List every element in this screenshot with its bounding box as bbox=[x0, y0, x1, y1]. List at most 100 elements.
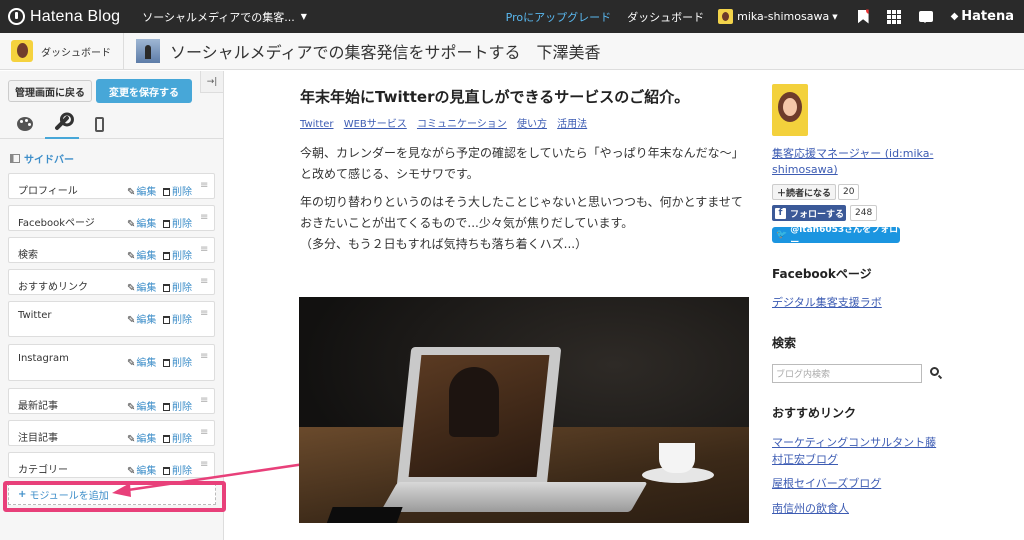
tag-link[interactable]: Twitter bbox=[300, 119, 334, 130]
subscribe-button[interactable]: ＋読者になる bbox=[772, 184, 837, 200]
tab-smartphone[interactable] bbox=[82, 109, 116, 139]
drag-handle-icon[interactable]: ≡ bbox=[200, 427, 208, 438]
user-avatar bbox=[718, 9, 734, 24]
top-bar: Hatena Blog ソーシャルメディアでの集客... ▼ Proにアップグレ… bbox=[0, 0, 1024, 33]
module-instagram[interactable]: Instagram ✎編集 削除 ≡ bbox=[8, 344, 215, 381]
module-name: 検索 bbox=[18, 250, 38, 261]
edit-button[interactable]: ✎編集 bbox=[127, 354, 156, 369]
delete-button[interactable]: 削除 bbox=[163, 462, 192, 477]
module-search[interactable]: 検索 ✎編集 削除 ≡ bbox=[8, 237, 215, 263]
module-featured-posts[interactable]: 注目記事 ✎編集 削除 ≡ bbox=[8, 420, 215, 446]
trash-icon bbox=[163, 252, 170, 260]
drag-handle-icon[interactable]: ≡ bbox=[200, 212, 208, 223]
profile-name-link[interactable]: 集客応援マネージャー (id:mika- shimosawa) bbox=[772, 146, 952, 178]
twitter-follow-button[interactable]: 🐦 @itan6053さんをフォロー bbox=[772, 225, 900, 248]
blog-search-input[interactable]: ブログ内検索 bbox=[772, 364, 922, 383]
hatena-blog-logo[interactable]: Hatena Blog bbox=[8, 8, 120, 26]
profile-avatar[interactable] bbox=[772, 84, 808, 136]
tab-customize[interactable] bbox=[45, 109, 79, 139]
module-name: 最新記事 bbox=[18, 401, 58, 412]
edit-button[interactable]: ✎編集 bbox=[127, 215, 156, 230]
hatena-label: Hatena bbox=[961, 9, 1014, 24]
module-twitter[interactable]: Twitter ✎編集 削除 ≡ bbox=[8, 301, 215, 337]
facebook-follow-button[interactable]: f フォローする bbox=[772, 205, 846, 221]
tag-link[interactable]: WEBサービス bbox=[344, 119, 407, 130]
plus-icon: ＋ bbox=[777, 188, 787, 199]
hatena-wing-icon: ◆ bbox=[950, 11, 959, 22]
delete-button[interactable]: 削除 bbox=[163, 311, 192, 326]
palette-icon bbox=[17, 117, 33, 131]
edit-button[interactable]: ✎編集 bbox=[127, 247, 156, 262]
collapse-panel-button[interactable]: →| bbox=[200, 71, 223, 93]
article-title[interactable]: 年末年始にTwitterの見直しができるサービスのご紹介。 bbox=[300, 86, 689, 107]
module-profile[interactable]: プロフィール ✎編集 削除 ≡ bbox=[8, 173, 215, 199]
edit-button[interactable]: ✎編集 bbox=[127, 398, 156, 413]
edit-button[interactable]: ✎編集 bbox=[127, 311, 156, 326]
module-name: 注目記事 bbox=[18, 433, 58, 444]
delete-button[interactable]: 削除 bbox=[163, 183, 192, 198]
pro-upgrade-link[interactable]: Proにアップグレード bbox=[506, 9, 611, 25]
drag-handle-icon[interactable]: ≡ bbox=[200, 351, 208, 362]
caret-down-icon: ▼ bbox=[832, 12, 838, 21]
drag-handle-icon[interactable]: ≡ bbox=[200, 459, 208, 470]
user-menu[interactable]: mika-shimosawa ▼ bbox=[718, 9, 838, 24]
facebook-icon: f bbox=[775, 207, 786, 219]
back-to-admin-button[interactable]: 管理画面に戻る bbox=[8, 80, 92, 102]
blog-selector[interactable]: ソーシャルメディアでの集客... ▼ bbox=[142, 9, 307, 25]
recommended-link[interactable]: マーケティングコンサルタント藤 村正宏ブログ bbox=[772, 434, 952, 468]
sidebar-section-header[interactable]: サイドバー bbox=[10, 151, 74, 166]
facebook-page-link[interactable]: デジタル集客支援ラボ bbox=[772, 294, 952, 311]
chat-icon[interactable] bbox=[918, 11, 933, 23]
tag-link[interactable]: 活用法 bbox=[557, 119, 587, 130]
article-paragraph: 今朝、カレンダーを見ながら予定の確認をしていたら「やっぱり年末なんだな〜」 と改… bbox=[300, 146, 744, 181]
recommended-link[interactable]: 南信州の飲食人 bbox=[772, 500, 952, 517]
dashboard-link[interactable]: ダッシュボード bbox=[627, 9, 704, 25]
article-image bbox=[299, 297, 749, 523]
trash-icon bbox=[163, 467, 170, 475]
hatena-link[interactable]: ◆ Hatena bbox=[951, 9, 1014, 24]
module-name: Facebookページ bbox=[18, 218, 95, 229]
divider bbox=[123, 32, 124, 70]
drag-handle-icon[interactable]: ≡ bbox=[200, 308, 208, 319]
drag-handle-icon[interactable]: ≡ bbox=[200, 180, 208, 191]
blog-selector-label: ソーシャルメディアでの集客... bbox=[142, 10, 295, 24]
trash-icon bbox=[163, 220, 170, 228]
drag-handle-icon[interactable]: ≡ bbox=[200, 244, 208, 255]
pencil-icon: ✎ bbox=[127, 315, 136, 326]
module-facebook-page[interactable]: Facebookページ ✎編集 削除 ≡ bbox=[8, 205, 215, 231]
module-recent-posts[interactable]: 最新記事 ✎編集 削除 ≡ bbox=[8, 388, 215, 414]
delete-button[interactable]: 削除 bbox=[163, 430, 192, 445]
caret-down-icon: ▼ bbox=[300, 12, 307, 21]
drag-handle-icon[interactable]: ≡ bbox=[200, 276, 208, 287]
apps-grid-icon[interactable] bbox=[886, 9, 901, 24]
delete-button[interactable]: 削除 bbox=[163, 279, 192, 294]
module-recommended-links[interactable]: おすすめリンク ✎編集 削除 ≡ bbox=[8, 269, 215, 295]
tab-design[interactable] bbox=[8, 109, 42, 139]
tag-link[interactable]: コミュニケーション bbox=[417, 119, 507, 130]
edit-button[interactable]: ✎編集 bbox=[127, 430, 156, 445]
trash-icon bbox=[163, 403, 170, 411]
tag-link[interactable]: 使い方 bbox=[517, 119, 547, 130]
drag-handle-icon[interactable]: ≡ bbox=[200, 395, 208, 406]
pencil-icon: ✎ bbox=[127, 219, 136, 230]
blog-title[interactable]: ソーシャルメディアでの集客発信をサポートする 下澤美香 bbox=[170, 39, 601, 63]
module-categories[interactable]: カテゴリー ✎編集 削除 ≡ bbox=[8, 452, 215, 478]
recommended-link[interactable]: 屋根セイバーズブログ bbox=[772, 475, 952, 492]
delete-button[interactable]: 削除 bbox=[163, 354, 192, 369]
module-name: プロフィール bbox=[18, 186, 78, 197]
save-changes-button[interactable]: 変更を保存する bbox=[96, 79, 192, 103]
search-icon[interactable] bbox=[930, 367, 939, 376]
trash-icon bbox=[163, 188, 170, 196]
username: mika-shimosawa bbox=[737, 10, 830, 23]
delete-button[interactable]: 削除 bbox=[163, 398, 192, 413]
dashboard-label[interactable]: ダッシュボード bbox=[41, 44, 111, 59]
bookmark-icon[interactable] bbox=[857, 9, 869, 24]
edit-button[interactable]: ✎編集 bbox=[127, 462, 156, 477]
delete-button[interactable]: 削除 bbox=[163, 215, 192, 230]
trash-icon bbox=[163, 284, 170, 292]
module-name: Instagram bbox=[18, 353, 69, 364]
dashboard-avatar[interactable] bbox=[11, 40, 33, 62]
edit-button[interactable]: ✎編集 bbox=[127, 183, 156, 198]
delete-button[interactable]: 削除 bbox=[163, 247, 192, 262]
edit-button[interactable]: ✎編集 bbox=[127, 279, 156, 294]
